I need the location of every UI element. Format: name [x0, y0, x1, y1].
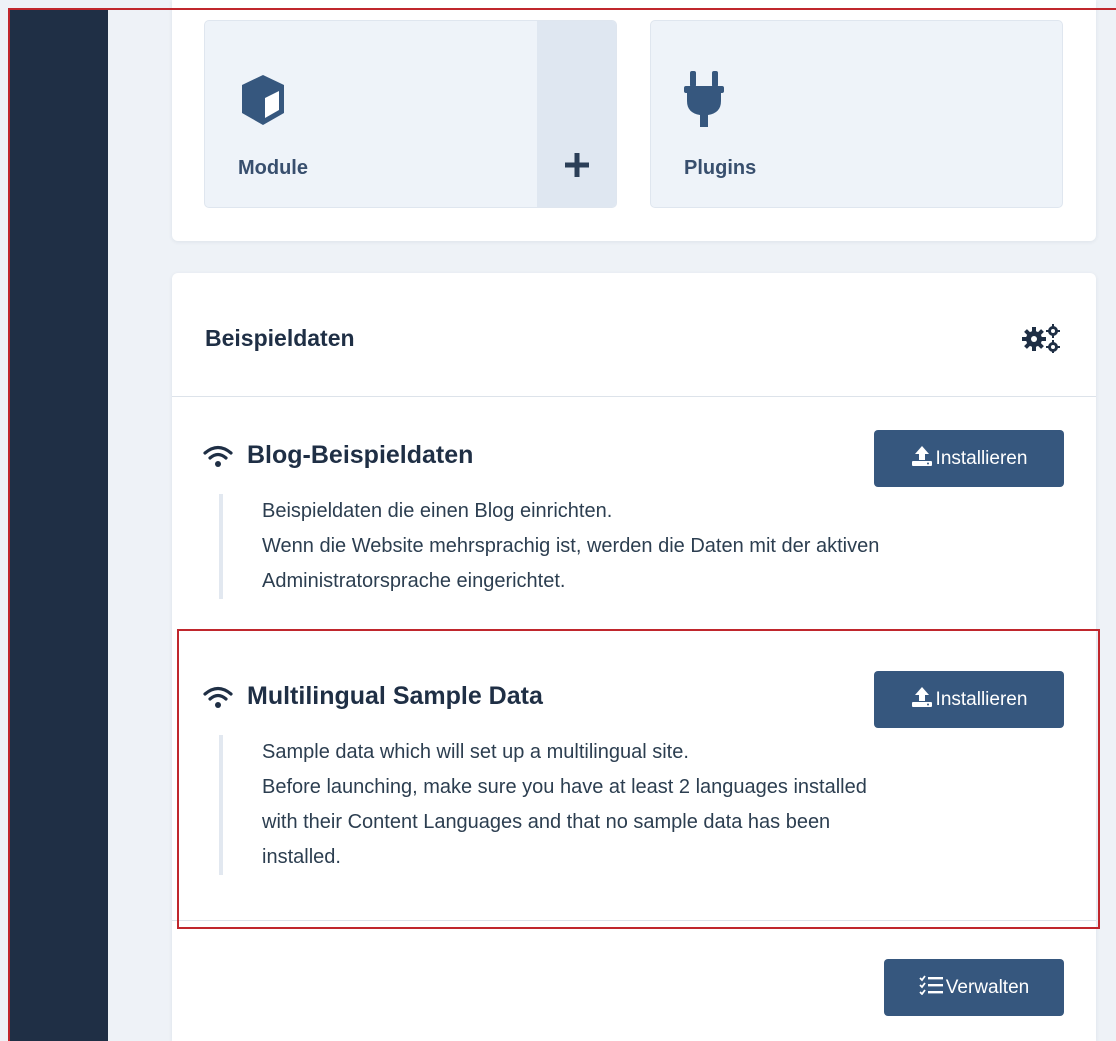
description-line: installed.: [262, 846, 341, 868]
list-check-icon: [919, 974, 946, 1001]
sample-data-title: Beispieldaten: [205, 325, 355, 351]
description-line: Wenn die Website mehrsprachig ist, werde…: [262, 535, 880, 557]
upload-icon: [911, 686, 936, 713]
modules-label: Module: [238, 157, 308, 179]
item-title: Multilingual Sample Data: [247, 682, 543, 710]
manage-button-label: Verwalten: [945, 976, 1030, 998]
sidebar: [10, 10, 108, 1041]
install-button-label: Installieren: [935, 688, 1028, 710]
plus-icon: [564, 153, 589, 182]
plugins-label: Plugins: [684, 157, 757, 179]
description-line: Administratorsprache eingerichtet.: [262, 570, 566, 592]
item-head: Multilingual Sample Data: [203, 682, 543, 711]
item-title: Blog-Beispieldaten: [247, 441, 474, 469]
wifi-icon: [203, 685, 233, 709]
quick-tile-plugins[interactable]: Plugins: [650, 20, 1063, 208]
sample-data-item-multilingual: Multilingual Sample Data Installieren Sa…: [172, 638, 1096, 921]
install-button-label: Installieren: [935, 447, 1028, 469]
plug-icon: [684, 71, 724, 132]
description-line: with their Content Languages and that no…: [262, 811, 831, 833]
description-line: Before launching, make sure you have at …: [262, 776, 867, 798]
install-blog-button[interactable]: Installieren: [874, 430, 1064, 487]
quick-tile-modules[interactable]: Module: [204, 20, 617, 208]
modules-link[interactable]: Module: [205, 21, 539, 207]
description-line: Beispieldaten die einen Blog einrichten.: [262, 500, 613, 522]
cube-icon: [238, 73, 288, 132]
wifi-icon: [203, 444, 233, 468]
description-line: Sample data which will set up a multilin…: [262, 741, 689, 763]
upload-icon: [911, 445, 936, 472]
manage-sample-data-button[interactable]: Verwalten: [884, 959, 1064, 1016]
sample-data-header: Beispieldaten: [172, 273, 1096, 397]
item-head: Blog-Beispieldaten: [203, 441, 473, 470]
item-description: Beispieldaten die einen Blog einrichten.…: [219, 494, 1059, 599]
add-module-button[interactable]: [537, 21, 616, 207]
item-description: Sample data which will set up a multilin…: [219, 735, 1059, 875]
install-multilingual-button[interactable]: Installieren: [874, 671, 1064, 728]
gears-icon[interactable]: [1022, 323, 1062, 358]
sample-data-item-blog: Blog-Beispieldaten Installieren Beispiel…: [172, 397, 1096, 638]
sample-data-card: Beispieldaten Blog-Beispieldaten Install…: [172, 273, 1096, 1041]
